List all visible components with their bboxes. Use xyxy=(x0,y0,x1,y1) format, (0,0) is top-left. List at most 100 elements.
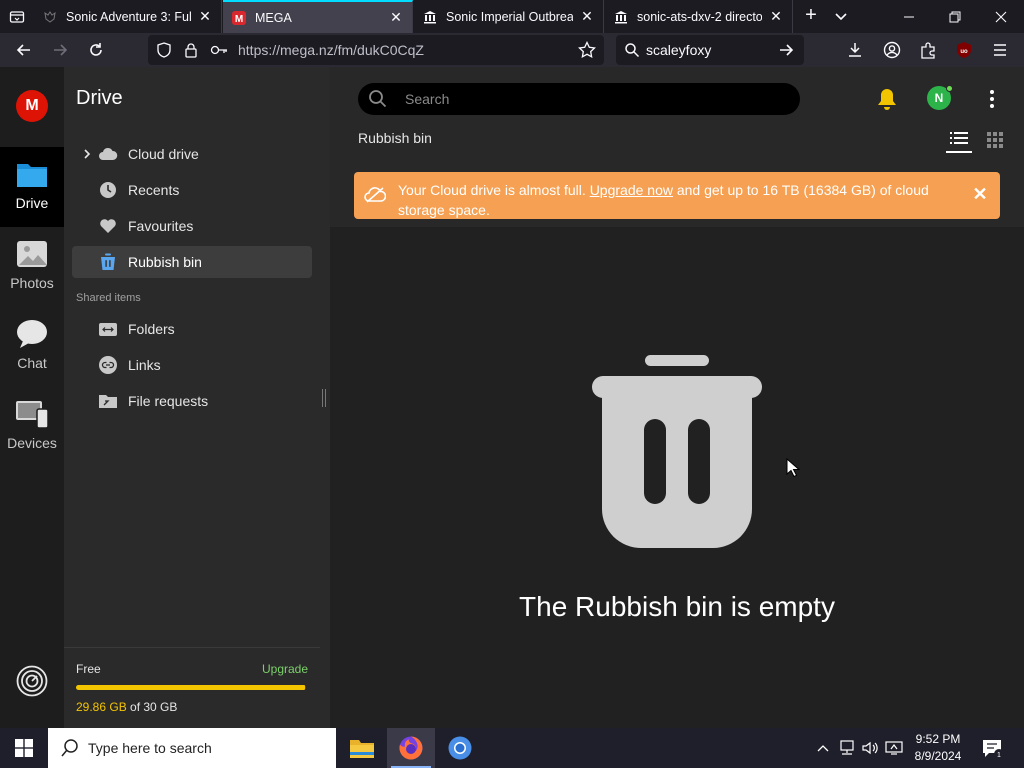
reload-icon[interactable] xyxy=(84,38,108,62)
taskbar-search-input[interactable]: Type here to search xyxy=(48,728,336,768)
link-icon xyxy=(98,355,118,375)
browser-search-query[interactable]: scaleyfoxy xyxy=(646,42,711,58)
download-icon[interactable] xyxy=(843,38,867,62)
more-options-icon[interactable] xyxy=(985,89,999,109)
notification-center-icon[interactable]: 1 xyxy=(980,736,1004,760)
chevron-up-icon[interactable] xyxy=(812,728,834,768)
search-icon xyxy=(368,89,388,109)
tab-mega[interactable]: M MEGA ✕ xyxy=(223,0,413,33)
sidebar-item-rubbish-bin[interactable]: Rubbish bin xyxy=(72,246,312,278)
close-tab-icon[interactable]: ✕ xyxy=(388,9,404,26)
sidebar-item-favourites[interactable]: Favourites xyxy=(72,210,312,242)
avatar[interactable]: N xyxy=(927,85,953,110)
taskbar-search-placeholder: Type here to search xyxy=(88,740,212,756)
browser-nav-bar: https://mega.nz/fm/dukC0CqZ scaleyfoxy u… xyxy=(0,33,1024,67)
shared-items-heading: Shared items xyxy=(76,292,141,304)
sidebar-item-file-requests[interactable]: File requests xyxy=(72,385,312,417)
bell-icon[interactable] xyxy=(876,87,898,111)
restore-icon[interactable] xyxy=(932,0,978,33)
settings-dial-icon[interactable] xyxy=(16,665,48,697)
url-bar[interactable]: https://mega.nz/fm/dukC0CqZ xyxy=(148,35,604,65)
firefox-icon[interactable] xyxy=(387,728,435,768)
close-tab-icon[interactable]: ✕ xyxy=(197,8,213,25)
breadcrumb[interactable]: Rubbish bin xyxy=(358,130,432,146)
chevron-down-icon[interactable] xyxy=(830,5,852,27)
chromium-icon[interactable] xyxy=(436,728,484,768)
file-explorer-icon[interactable] xyxy=(338,728,386,768)
menu-hamburger-icon[interactable] xyxy=(988,38,1012,62)
shield-icon[interactable] xyxy=(156,42,172,63)
close-tab-icon[interactable]: ✕ xyxy=(768,8,784,25)
display-icon[interactable] xyxy=(883,728,905,768)
go-arrow-icon[interactable] xyxy=(778,42,794,63)
windows-taskbar: Type here to search 9:52 PM 8/9/2024 1 xyxy=(0,728,1024,768)
tab-list-icon[interactable] xyxy=(0,0,33,33)
photos-icon xyxy=(15,237,49,271)
search-icon xyxy=(624,42,640,63)
sidebar-item-links[interactable]: Links xyxy=(72,349,312,381)
extensions-icon[interactable] xyxy=(916,38,940,62)
archive-favicon-icon xyxy=(422,9,438,25)
search-placeholder: Search xyxy=(405,91,450,107)
list-view-icon[interactable] xyxy=(946,129,972,153)
search-input[interactable]: Search xyxy=(358,83,800,115)
sidebar-resize-handle[interactable] xyxy=(322,389,326,407)
storage-progress-fill xyxy=(76,685,305,690)
plan-label: Free xyxy=(76,662,101,676)
rail-item-devices[interactable]: Devices xyxy=(0,387,64,467)
sidebar-item-label: Cloud drive xyxy=(128,146,199,162)
rail-item-chat[interactable]: Chat xyxy=(0,307,64,387)
new-tab-icon[interactable]: + xyxy=(800,4,822,28)
clock-time: 9:52 PM xyxy=(915,732,961,746)
sidebar-item-recents[interactable]: Recents xyxy=(72,174,312,206)
avatar-initial: N xyxy=(934,91,944,105)
clock-icon xyxy=(98,180,118,200)
rail-item-drive[interactable]: Drive xyxy=(0,147,64,227)
file-request-folder-icon xyxy=(98,391,118,411)
storage-used-value: 29.86 GB xyxy=(76,700,127,714)
url-text[interactable]: https://mega.nz/fm/dukC0CqZ xyxy=(238,42,424,58)
account-icon[interactable] xyxy=(880,38,904,62)
forward-arrow-icon[interactable] xyxy=(48,38,72,62)
banner-text-before: Your Cloud drive is almost full. xyxy=(398,182,590,198)
browser-search-bar[interactable]: scaleyfoxy xyxy=(616,35,804,65)
tab-title: MEGA xyxy=(255,10,292,25)
windows-start-icon[interactable] xyxy=(0,728,48,768)
tab-title: Sonic Adventure 3: Full D xyxy=(66,9,191,24)
sidebar-item-folders[interactable]: Folders xyxy=(72,313,312,345)
online-status-dot xyxy=(946,85,953,92)
minimize-icon[interactable] xyxy=(886,0,932,33)
upgrade-link[interactable]: Upgrade xyxy=(262,662,308,676)
app-rail: M Drive Photos Chat Devices xyxy=(0,67,64,728)
network-icon[interactable] xyxy=(836,728,858,768)
mega-logo-icon[interactable]: M xyxy=(16,90,48,122)
svg-text:1: 1 xyxy=(997,752,1001,759)
tab-title: sonic-ats-dxv-2 directory xyxy=(637,9,762,24)
taskbar-clock[interactable]: 9:52 PM 8/9/2024 xyxy=(908,731,968,765)
empty-state-message: The Rubbish bin is empty xyxy=(519,591,835,622)
tab-sonic-adventure[interactable]: Sonic Adventure 3: Full D ✕ xyxy=(34,0,222,33)
rail-item-photos[interactable]: Photos xyxy=(0,227,64,307)
chevron-right-icon[interactable] xyxy=(82,147,92,161)
sidebar-title: Drive xyxy=(76,87,123,109)
bookmark-star-icon[interactable] xyxy=(578,40,596,64)
upgrade-now-link[interactable]: Upgrade now xyxy=(590,182,673,198)
key-icon[interactable] xyxy=(210,42,228,63)
sidebar-item-label: Folders xyxy=(128,321,175,337)
sidebar-item-cloud-drive[interactable]: Cloud drive xyxy=(72,138,312,170)
close-tab-icon[interactable]: ✕ xyxy=(579,8,595,25)
volume-icon[interactable] xyxy=(859,728,881,768)
tab-sonic-imperial[interactable]: Sonic Imperial Outbreak/ ✕ xyxy=(414,0,604,33)
close-banner-icon[interactable]: ✕ xyxy=(972,185,988,203)
grid-view-icon[interactable] xyxy=(986,131,1004,149)
close-window-icon[interactable] xyxy=(978,0,1024,33)
ublock-icon[interactable]: uo xyxy=(952,38,976,62)
trash-icon xyxy=(98,252,118,272)
sidebar-item-label: Favourites xyxy=(128,218,194,234)
back-arrow-icon[interactable] xyxy=(12,38,36,62)
storage-warning-banner: Your Cloud drive is almost full. Upgrade… xyxy=(354,172,1000,219)
storage-progress-bar xyxy=(76,685,306,690)
lock-icon[interactable] xyxy=(184,42,198,63)
tab-sonic-ats[interactable]: sonic-ats-dxv-2 directory ✕ xyxy=(605,0,793,33)
rail-item-label: Chat xyxy=(17,355,47,371)
